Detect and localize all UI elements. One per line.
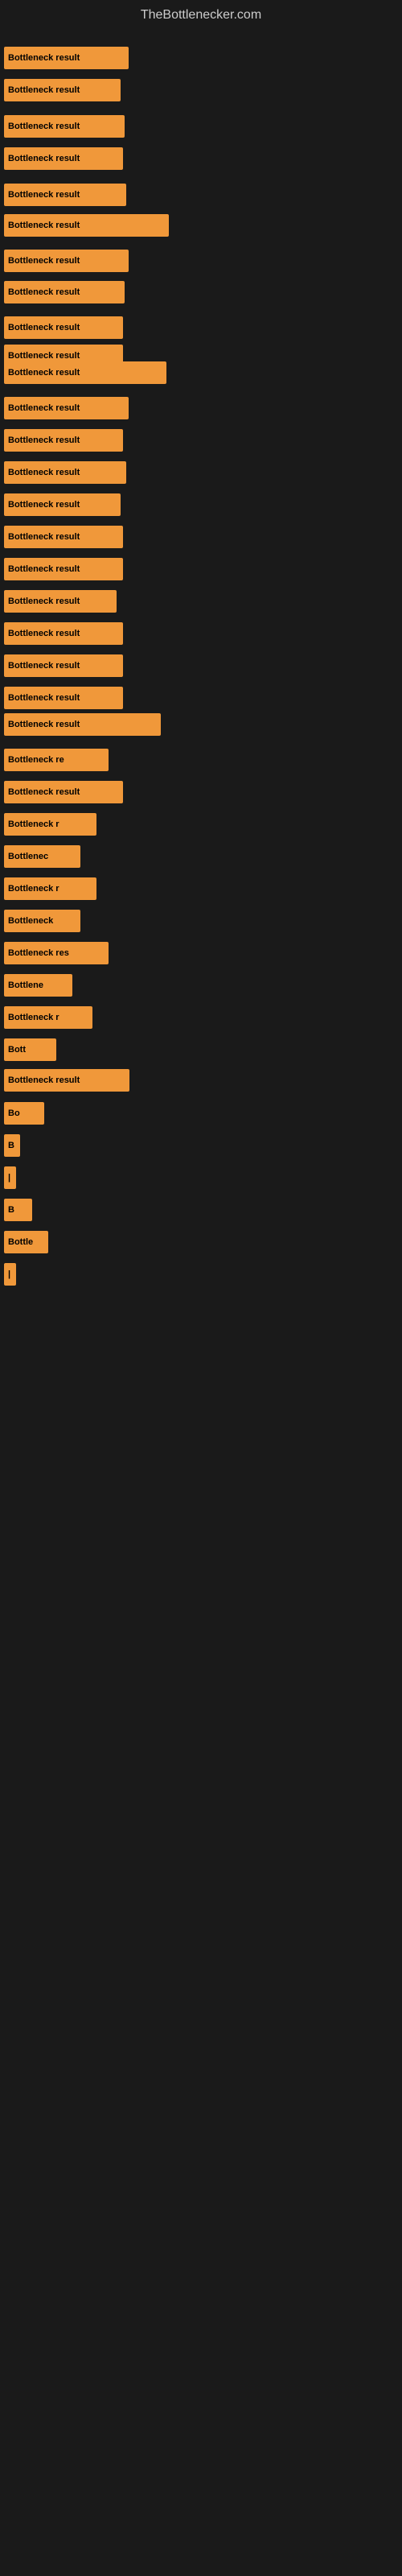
bar-label: Bottleneck result — [8, 154, 80, 163]
bar-label: Bottleneck re — [8, 755, 64, 765]
bar-item: Bottleneck result — [4, 687, 123, 709]
bar-item: Bottlenec — [4, 845, 80, 868]
bar-label: Bottleneck result — [8, 53, 80, 63]
bar-label: Bottleneck result — [8, 787, 80, 797]
bar-item: B — [4, 1134, 20, 1157]
bar-item: Bottleneck result — [4, 622, 123, 645]
bar-label: Bottleneck result — [8, 597, 80, 606]
bar-item: | — [4, 1166, 16, 1189]
site-title: TheBottlenecker.com — [0, 0, 402, 27]
bar-item: Bottleneck result — [4, 115, 125, 138]
bar-label: Bottlenec — [8, 852, 48, 861]
bar-label: Bottleneck result — [8, 85, 80, 95]
chart-container: Bottleneck result Bottleneck result Bottle… — [0, 27, 402, 2562]
bar-label: | — [8, 1173, 10, 1183]
bar-label: Bottleneck result — [8, 1075, 80, 1085]
bar-item: Bottleneck result — [4, 281, 125, 303]
bar-item: Bottleneck r — [4, 1006, 92, 1029]
bar-label: Bottleneck result — [8, 190, 80, 200]
bar-item: Bottleneck result — [4, 654, 123, 677]
bar-label: Bottleneck res — [8, 948, 69, 958]
bar-item: Bo — [4, 1102, 44, 1125]
bar-item: Bottleneck result — [4, 214, 169, 237]
bar-label: Bottleneck result — [8, 351, 80, 361]
bar-item: Bottle — [4, 1231, 48, 1253]
bar-label: Bottleneck result — [8, 287, 80, 297]
bar-label: Bottleneck result — [8, 693, 80, 703]
bar-item: Bottleneck result — [4, 184, 126, 206]
bar-item: Bottleneck result — [4, 47, 129, 69]
bar-item: Bottleneck result — [4, 147, 123, 170]
bar-label: Bottleneck result — [8, 221, 80, 230]
bar-label: Bottleneck result — [8, 256, 80, 266]
bar-label: Bottleneck result — [8, 368, 80, 378]
bar-item: Bottleneck result — [4, 429, 123, 452]
bar-item: Bottleneck res — [4, 942, 109, 964]
bar-label: Bottleneck r — [8, 1013, 59, 1022]
bar-item: Bott — [4, 1038, 56, 1061]
bar-item: Bottleneck result — [4, 79, 121, 101]
bar-item: Bottleneck — [4, 910, 80, 932]
bar-item: Bottleneck r — [4, 877, 96, 900]
bar-label: Bottleneck result — [8, 122, 80, 131]
bar-item: Bottleneck result — [4, 397, 129, 419]
bar-label: Bottleneck result — [8, 532, 80, 542]
bar-item: | — [4, 1263, 16, 1286]
bar-label: Bottlene — [8, 980, 43, 990]
bar-item: B — [4, 1199, 32, 1221]
bar-item: Bottleneck r — [4, 813, 96, 836]
bar-label: Bottleneck result — [8, 629, 80, 638]
bar-label: Bottleneck r — [8, 884, 59, 894]
bar-label: Bottleneck result — [8, 403, 80, 413]
bar-item: Bottlene — [4, 974, 72, 997]
bar-label: Bottleneck result — [8, 468, 80, 477]
bar-item: Bottleneck result — [4, 590, 117, 613]
bar-item: Bottleneck result — [4, 493, 121, 516]
bar-item: Bottleneck result — [4, 361, 166, 384]
bar-label: B — [8, 1205, 14, 1215]
bar-item: Bottleneck result — [4, 461, 126, 484]
bar-item: Bottleneck result — [4, 558, 123, 580]
bar-label: Bottleneck result — [8, 323, 80, 332]
bar-item: Bottleneck result — [4, 713, 161, 736]
bar-item: Bottleneck result — [4, 316, 123, 339]
bar-label: | — [8, 1269, 10, 1279]
bar-label: Bo — [8, 1108, 20, 1118]
bar-label: Bottleneck result — [8, 436, 80, 445]
bar-item: Bottleneck result — [4, 250, 129, 272]
bar-label: B — [8, 1141, 14, 1150]
bar-label: Bott — [8, 1045, 26, 1055]
bar-item: Bottleneck re — [4, 749, 109, 771]
bar-label: Bottle — [8, 1237, 33, 1247]
bar-label: Bottleneck — [8, 916, 53, 926]
bar-item: Bottleneck result — [4, 526, 123, 548]
bar-label: Bottleneck result — [8, 564, 80, 574]
bar-label: Bottleneck result — [8, 500, 80, 510]
bar-label: Bottleneck result — [8, 720, 80, 729]
bar-item: Bottleneck result — [4, 1069, 129, 1092]
bar-item: Bottleneck result — [4, 781, 123, 803]
bar-label: Bottleneck result — [8, 661, 80, 671]
bar-label: Bottleneck r — [8, 819, 59, 829]
